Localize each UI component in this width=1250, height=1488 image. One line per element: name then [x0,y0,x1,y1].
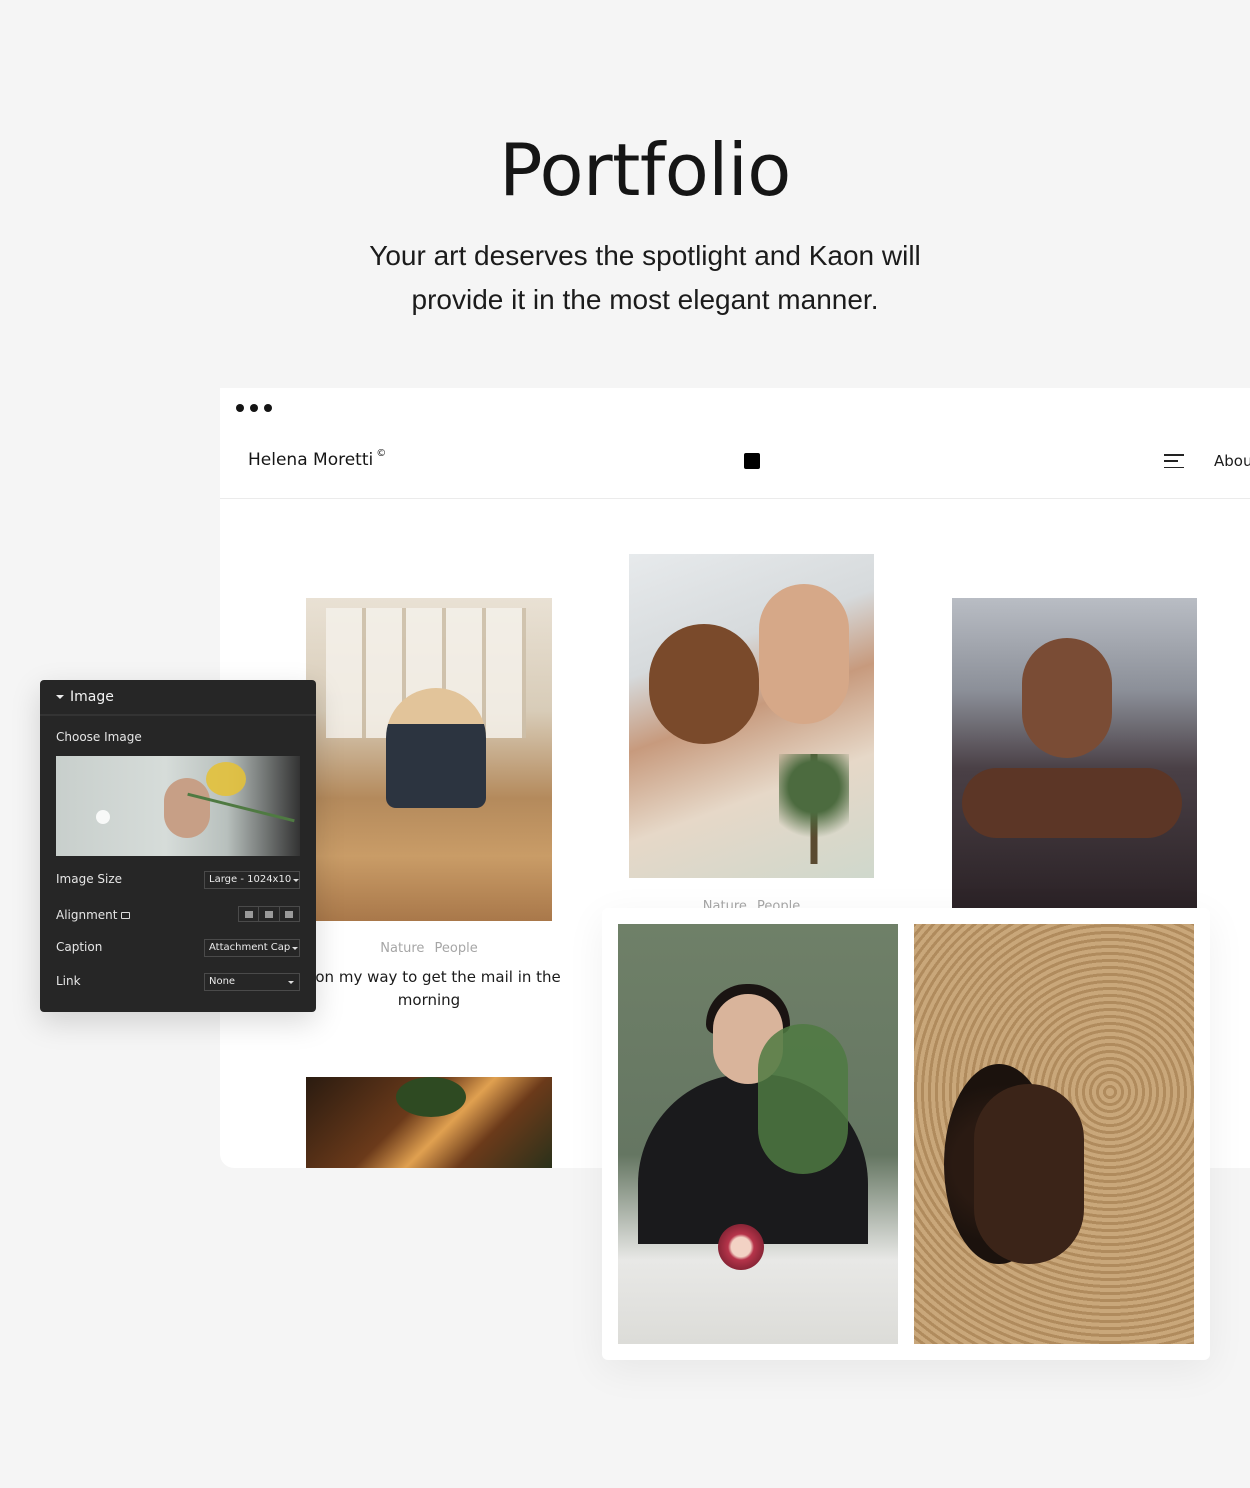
person-face [164,778,210,838]
align-center-icon [264,910,273,918]
alignment-button-group [238,906,300,922]
gallery-item-tags[interactable]: Nature People [306,941,552,956]
link-select[interactable]: None [204,973,300,991]
image-size-value: Large - 1024x10 [209,874,292,885]
link-label: Link [56,974,81,988]
page-subtitle: Your art deserves the spotlight and Kaon… [369,240,921,315]
person-figure [386,688,486,808]
square-logo-icon[interactable] [744,453,760,469]
person-arm [962,768,1182,838]
page-title: Portfolio [499,128,791,212]
image-size-label: Image Size [56,872,123,886]
window-controls [236,404,272,412]
dropdown-arrow-icon [293,878,299,882]
align-right-icon [285,910,294,918]
person-figure [759,584,849,724]
link-value: None [209,976,236,987]
person-face [1022,638,1112,758]
site-header: Helena Moretti © Abou [220,428,1250,499]
yellow-flower [206,762,246,796]
align-center-button[interactable] [259,907,280,921]
caption-label: Caption [56,940,103,954]
brand-name: Helena Moretti [248,450,374,470]
image-settings-panel: Image Choose Image Image Size Large - 10… [40,680,316,1012]
copyright-mark: © [376,448,387,460]
align-left-button[interactable] [239,907,260,921]
person-figure [649,624,759,744]
align-left-icon [244,910,253,918]
featured-image-card [602,908,1210,1360]
chosen-image-thumbnail[interactable] [56,756,300,856]
gallery-image-two-women[interactable] [629,554,874,878]
person-face [974,1084,1084,1264]
alignment-label: Alignment [56,908,131,922]
window-dot-icon [250,404,258,412]
gallery-image-woman-portrait[interactable] [952,598,1197,908]
panel-title: Image [70,689,114,705]
flower-leaves [758,1024,848,1174]
nav-link-about[interactable]: Abou [1214,452,1250,470]
card-image-woman-in-straw-hat[interactable] [914,924,1194,1344]
protea-flower [718,1224,764,1270]
caption-select[interactable]: Attachment Cap [204,939,300,957]
dropdown-arrow-icon [292,946,299,950]
caption-value: Attachment Cap [209,942,291,953]
align-right-button[interactable] [280,907,299,921]
dropdown-arrow-icon [288,980,294,984]
site-brand[interactable]: Helena Moretti © [248,448,387,470]
gallery-item-title[interactable]: le on my way to get the mail in the morn… [276,966,582,1012]
gallery-image-woman-at-table[interactable] [306,598,552,921]
image-size-select[interactable]: Large - 1024x10 [204,871,300,889]
panel-header[interactable]: Image [40,680,316,716]
plant-detail [396,1077,466,1117]
card-image-woman-with-protea[interactable] [618,924,898,1344]
monitor-icon[interactable] [121,912,131,919]
palm-print [779,754,849,864]
caret-down-icon [56,695,64,699]
gallery-image-wooden-door[interactable] [306,1077,552,1168]
window-dot-icon [236,404,244,412]
choose-image-label: Choose Image [56,730,142,744]
window-dot-icon [264,404,272,412]
hamburger-menu-icon[interactable] [1164,454,1184,468]
light-glow [96,810,110,824]
alignment-label-text: Alignment [56,908,118,922]
